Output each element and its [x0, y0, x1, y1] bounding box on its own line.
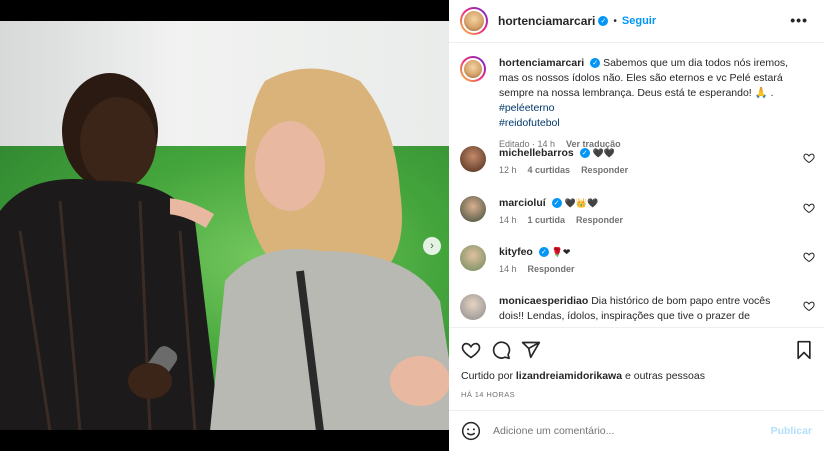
reply-button[interactable]: Responder: [576, 215, 623, 225]
comment-time: 12 h: [499, 165, 517, 175]
post-time-ago[interactable]: HÁ 14 HORAS: [461, 390, 515, 399]
verified-icon: ✓: [590, 58, 601, 69]
comment-likes[interactable]: 1 curtida: [528, 215, 566, 225]
comment-meta: 14 h Responder: [499, 264, 789, 274]
save-bookmark-icon[interactable]: [794, 340, 814, 360]
commenter-avatar[interactable]: [460, 245, 486, 271]
verified-icon: ✓: [551, 198, 562, 209]
caption-item: hortenciamarcari ✓ Sabemos que um dia to…: [460, 56, 815, 149]
verified-icon: ✓: [579, 148, 590, 159]
comment-item: monicaesperidiao Dia histórico de bom pa…: [460, 294, 815, 326]
comment-likes[interactable]: 4 curtidas: [528, 165, 571, 175]
more-options-icon[interactable]: •••: [790, 12, 808, 28]
comment-input[interactable]: [493, 425, 763, 437]
bottom-band: [0, 430, 449, 451]
comment-item: marcioluí ✓ 🖤👑🖤 14 h 1 curtida Responder: [460, 196, 815, 225]
comment-text: monicaesperidiao Dia histórico de bom pa…: [499, 294, 789, 326]
post-header: hortenciamarcari ✓ • Seguir •••: [449, 0, 824, 43]
comment-time: 14 h: [499, 264, 517, 274]
post-actions-bar: [449, 327, 824, 367]
like-comment-heart-icon[interactable]: [803, 202, 815, 214]
comment-text: marcioluí ✓ 🖤👑🖤: [499, 196, 789, 211]
verified-icon: ✓: [598, 16, 609, 26]
comment-meta: 14 h 1 curtida Responder: [499, 215, 789, 225]
verified-icon: ✓: [538, 247, 549, 258]
comment-body: 🖤👑🖤: [564, 198, 599, 208]
comment-item: michellebarros ✓ 🖤🖤 12 h 4 curtidas Resp…: [460, 146, 815, 175]
author-avatar[interactable]: [460, 7, 488, 35]
comment-text: kityfeo ✓ 🌹❤: [499, 245, 789, 260]
comment-username[interactable]: michellebarros: [499, 147, 574, 159]
like-comment-heart-icon[interactable]: [803, 251, 815, 263]
comment-text: michellebarros ✓ 🖤🖤: [499, 146, 789, 161]
reply-button[interactable]: Responder: [581, 165, 628, 175]
caption-avatar[interactable]: [460, 56, 486, 82]
liked-suffix[interactable]: e outras pessoas: [622, 370, 705, 382]
comment-item: kityfeo ✓ 🌹❤ 14 h Responder: [460, 245, 815, 274]
post-side-panel: hortenciamarcari ✓ • Seguir ••• hortenci…: [449, 0, 824, 451]
comment-body: 🖤🖤: [592, 148, 615, 158]
commenter-avatar[interactable]: [460, 196, 486, 222]
comment-time: 14 h: [499, 215, 517, 225]
reply-button[interactable]: Responder: [528, 264, 575, 274]
post-photo[interactable]: ›: [0, 21, 449, 430]
caption-username[interactable]: hortenciamarcari: [499, 57, 584, 69]
liked-prefix: Curtido por: [461, 370, 516, 382]
comment-username[interactable]: monicaesperidiao: [499, 295, 588, 307]
comment-username[interactable]: kityfeo: [499, 246, 533, 258]
comment-bubble-icon[interactable]: [491, 340, 511, 360]
like-comment-heart-icon[interactable]: [803, 152, 815, 164]
photo-woman-figure: [170, 68, 449, 430]
follow-button[interactable]: Seguir: [622, 15, 656, 27]
liked-by-text: Curtido por lizandreiamidorikawa e outra…: [461, 370, 705, 382]
share-send-icon[interactable]: [521, 340, 541, 360]
caption-text: hortenciamarcari ✓ Sabemos que um dia to…: [499, 56, 799, 131]
liked-user[interactable]: lizandreiamidorikawa: [516, 370, 622, 382]
instagram-post-modal: › hortenciamarcari ✓ • Seguir ••• horten…: [0, 0, 824, 451]
author-username[interactable]: hortenciamarcari: [498, 14, 595, 28]
carousel-next-button[interactable]: ›: [423, 237, 441, 255]
publish-button[interactable]: Publicar: [771, 425, 812, 437]
commenter-avatar[interactable]: [460, 146, 486, 172]
add-comment-bar: [449, 410, 824, 451]
comment-meta: 12 h 4 curtidas Responder: [499, 165, 789, 175]
hashtag-link[interactable]: #reidofutebol: [499, 117, 560, 129]
comment-body: 🌹❤: [551, 247, 571, 257]
comments-list[interactable]: hortenciamarcari ✓ Sabemos que um dia to…: [449, 44, 824, 326]
separator-dot: •: [613, 15, 617, 27]
top-band: [0, 0, 449, 21]
like-comment-heart-icon[interactable]: [803, 300, 815, 312]
hashtag-link[interactable]: #peléeterno: [499, 102, 554, 114]
commenter-avatar[interactable]: [460, 294, 486, 320]
comment-username[interactable]: marcioluí: [499, 197, 546, 209]
emoji-smile-icon[interactable]: [461, 421, 481, 441]
like-heart-icon[interactable]: [461, 340, 481, 360]
